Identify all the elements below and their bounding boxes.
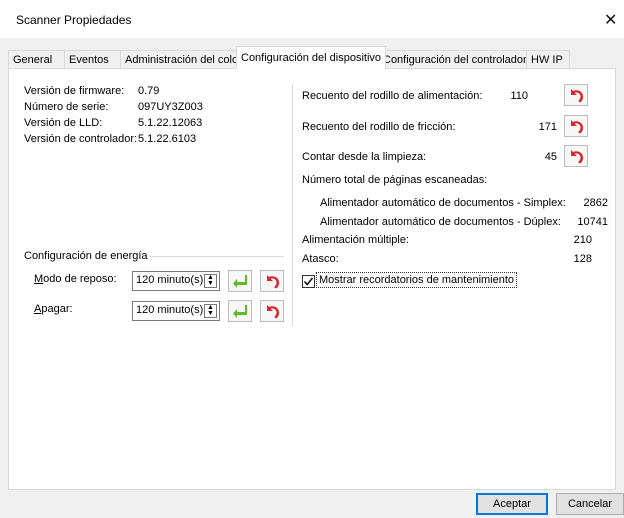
tab-hw-ip[interactable]: HW IP [526,50,570,69]
serial-label: Número de serie: [24,101,109,113]
lld-label: Versión de LLD: [24,117,103,129]
friction-roller-label: Recuento del rodillo de fricción: [302,121,456,133]
cancel-button[interactable]: Cancelar [556,493,624,515]
red-reset-arrow-icon [571,89,584,103]
spinner-arrows-icon[interactable]: ▲ ▼ [204,304,217,318]
power-off-spinner[interactable]: 120 minuto(s) ▲ ▼ [132,301,220,321]
friction-roller-reset-button[interactable] [564,115,588,137]
red-reset-arrow-icon [571,150,584,164]
close-icon[interactable]: ✕ [604,10,617,30]
ok-button[interactable]: Aceptar [476,493,548,515]
serial-value: 097UY3Z003 [138,101,203,113]
green-apply-arrow-icon [233,275,247,288]
power-off-reset-button[interactable] [260,300,284,322]
driver-label: Versión de controlador: [24,133,138,145]
tab-configuracion-dispositivo[interactable]: Configuración del dispositivo [236,46,386,69]
cleaning-count-label: Contar desde la limpieza: [302,151,427,163]
multifeed-label: Alimentación múltiple: [302,234,409,246]
energy-group-divider [150,256,284,257]
sleep-reset-button[interactable] [260,270,284,292]
feed-roller-reset-button[interactable] [564,84,588,106]
red-reset-arrow-icon [571,120,584,134]
lld-value: 5.1.22.12063 [138,117,203,129]
maintenance-reminder-label[interactable]: Mostrar recordatorios de mantenimiento [316,272,518,288]
tab-eventos[interactable]: Eventos [64,50,122,69]
tab-administracion-color[interactable]: Administración del color [120,50,246,69]
feed-roller-value: 110 [510,90,528,102]
tab-configuracion-controlador[interactable]: Configuración del controlador [378,50,532,69]
jam-label: Atasco: [302,253,339,265]
cleaning-count-reset-button[interactable] [564,145,588,167]
properties-window: Scanner Propiedades ✕ General Eventos Ad… [0,0,624,518]
power-off-value: 120 minuto(s) [136,304,204,316]
maintenance-reminder-checkbox[interactable] [302,275,315,288]
duplex-value: 10741 [577,216,608,228]
jam-value: 128 [573,253,592,265]
red-reset-arrow-icon [267,275,280,289]
window-title: Scanner Propiedades [16,13,132,27]
column-divider [292,84,293,326]
sleep-mode-value: 120 minuto(s) [136,274,204,286]
red-reset-arrow-icon [267,305,280,319]
multifeed-value: 210 [573,234,592,246]
total-pages-label: Número total de páginas escaneadas: [302,174,488,186]
sleep-apply-button[interactable] [228,270,252,292]
simplex-value: 2862 [583,197,608,209]
sleep-mode-spinner[interactable]: 120 minuto(s) ▲ ▼ [132,271,220,291]
feed-roller-label: Recuento del rodillo de alimentación: [302,90,483,102]
power-off-apply-button[interactable] [228,300,252,322]
title-bar: Scanner Propiedades ✕ [0,0,624,38]
energy-group-title: Configuración de energía [24,250,148,262]
power-off-label: Apagar: [34,303,73,315]
tab-general[interactable]: General [8,50,65,69]
sleep-mode-label: Modo de reposo: [34,273,117,285]
cleaning-count-value: 45 [544,151,557,163]
checkmark-icon [303,277,314,286]
duplex-label: Alimentador automático de documentos - D… [320,216,561,228]
simplex-label: Alimentador automático de documentos - S… [320,197,566,209]
firmware-label: Versión de firmware: [24,85,125,97]
spinner-arrows-icon[interactable]: ▲ ▼ [204,274,217,288]
firmware-value: 0.79 [138,85,160,97]
green-apply-arrow-icon [233,305,247,318]
driver-value: 5.1.22.6103 [138,133,197,145]
friction-roller-value: 171 [538,121,557,133]
